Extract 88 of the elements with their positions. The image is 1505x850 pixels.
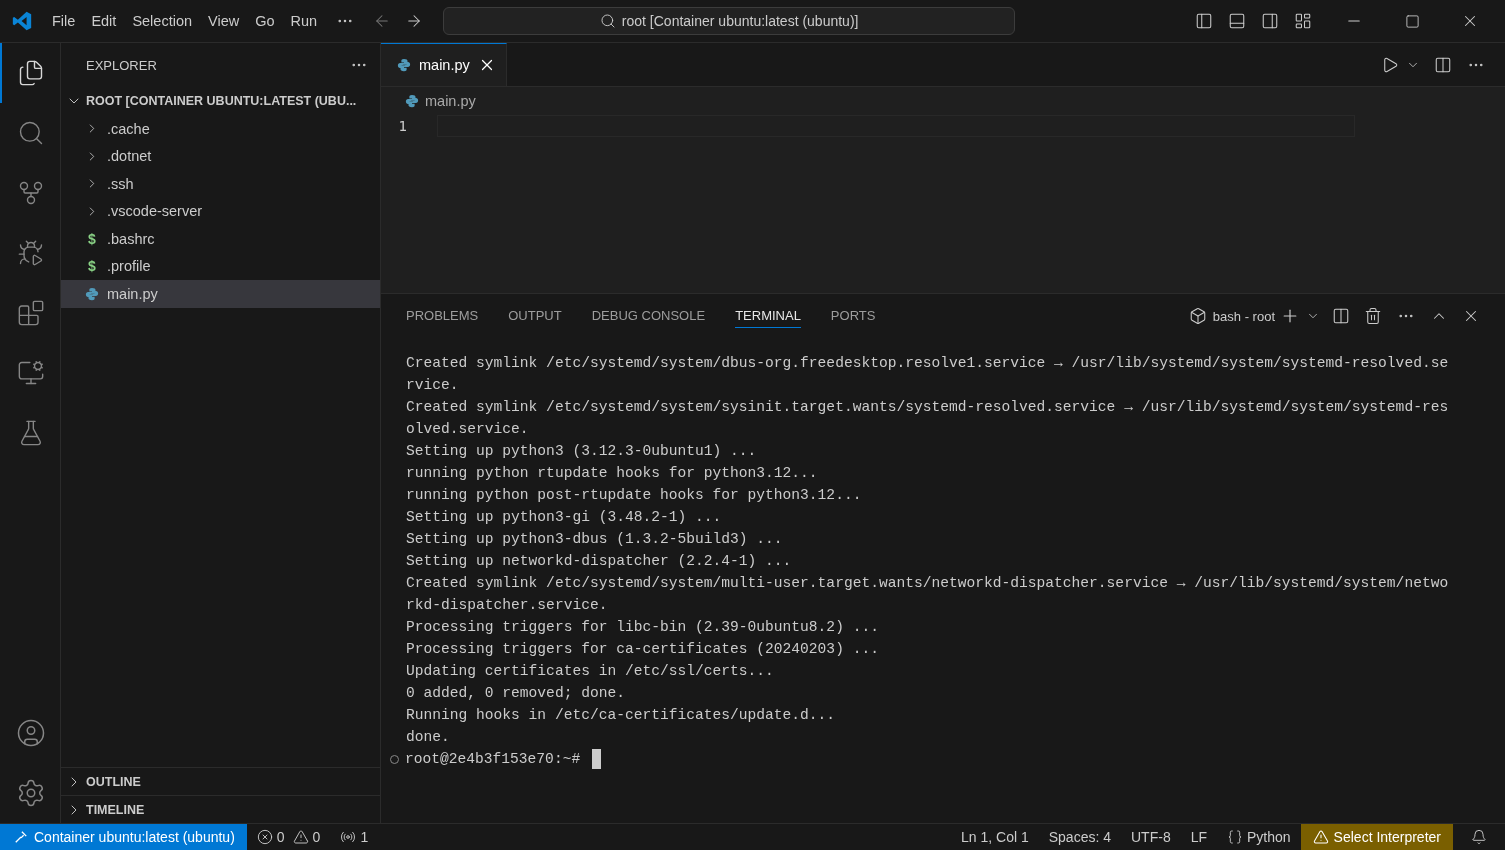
terminal-line: Processing triggers for ca-certificates (20240203) ... [406, 640, 880, 659]
terminal-line: Updating certificates in /etc/ssl/certs... [406, 662, 775, 681]
folder-title[interactable]: ROOT [CONTAINER UBUNTU:LATEST (UBU... [86, 94, 357, 108]
editor-tab[interactable]: main.py [381, 43, 507, 86]
panel-tab[interactable]: PROBLEMS [406, 304, 479, 328]
ports-status[interactable]: 1 [330, 829, 379, 845]
split-editor-icon[interactable] [1434, 55, 1452, 74]
trash-icon[interactable] [1364, 307, 1382, 325]
menu-item[interactable]: View [200, 13, 248, 29]
panel-tab[interactable]: DEBUG CONSOLE [591, 304, 706, 328]
layout-icon[interactable] [1293, 12, 1312, 30]
menu-item[interactable]: Edit [83, 13, 125, 29]
warning-icon [1312, 829, 1329, 845]
language-status[interactable]: Python [1217, 829, 1301, 845]
panel-left-icon[interactable] [1194, 12, 1213, 30]
error-icon [256, 829, 273, 845]
split-terminal-icon[interactable] [1332, 307, 1350, 325]
terminal-line: 0 added, 0 removed; done. [406, 684, 626, 703]
terminal-cursor [592, 749, 602, 769]
cube-icon [1188, 307, 1207, 325]
terminal-line: olved.service. [406, 420, 530, 439]
terminal-line: Created symlink /etc/systemd/system/dbus-org.freedesktop.resolve1.service → /usr/lib/systemd/system/systemd-resolved.se [406, 354, 1450, 373]
indentation-status[interactable]: Spaces: 4 [1038, 829, 1121, 845]
broadcast-icon [340, 829, 357, 845]
bell-icon[interactable] [1471, 829, 1487, 845]
line-ending-status[interactable]: LF [1180, 829, 1217, 845]
remote-indicator[interactable]: Container ubuntu:latest (ubuntu) [0, 824, 247, 850]
terminal-line: Setting up networkd-dispatcher (2.2.4-1) ... [406, 552, 793, 571]
python-icon [397, 58, 411, 72]
bug-play-icon [17, 239, 45, 267]
file-tree-item[interactable]: .vscode-server [61, 197, 380, 225]
file-tree-item[interactable]: $ .profile [61, 252, 380, 280]
terminal-line: Created symlink /etc/systemd/system/multi-user.target.wants/networkd-dispatcher.service → /usr/lib/systemd/system/netwo [406, 574, 1450, 593]
braces-icon [1227, 829, 1243, 845]
menu-item[interactable]: File [44, 13, 84, 29]
panel-right-icon[interactable] [1260, 12, 1279, 30]
terminal-prompt: root@2e4b3f153e70:~# [405, 751, 581, 767]
python-icon [405, 94, 419, 108]
panel-tab[interactable]: TERMINAL [735, 304, 801, 328]
command-center[interactable]: root [Container ubuntu:latest (ubuntu)] [443, 7, 1016, 35]
terminal-line: Setting up python3 (3.12.3-0ubuntu1) ... [406, 442, 758, 461]
terminal-line: Processing triggers for libc-bin (2.39-0ubuntu8.2) ... [406, 618, 880, 637]
terminal-line: Running hooks in /etc/ca-certificates/update.d... [406, 706, 837, 725]
interpreter-button[interactable]: Select Interpreter [1300, 824, 1453, 850]
section-title[interactable]: TIMELINE [86, 802, 145, 817]
python-icon [85, 286, 99, 301]
files-icon [17, 59, 45, 87]
search-icon [17, 119, 45, 147]
line-number: 1 [397, 118, 408, 134]
file-tree-item[interactable]: .cache [61, 115, 380, 143]
file-tree-item[interactable]: .dotnet [61, 142, 380, 170]
remote-icon [14, 830, 28, 844]
app-logo-icon [11, 10, 33, 32]
terminal-line: Setting up python3-dbus (1.3.2-5build3) ... [406, 530, 784, 549]
encoding-status[interactable]: UTF-8 [1121, 829, 1181, 845]
section-title[interactable]: OUTLINE [86, 774, 141, 789]
settings-icon[interactable] [16, 778, 46, 808]
monitor-gear-icon [17, 359, 45, 387]
terminal-line: done. [406, 728, 451, 747]
menu-item[interactable]: Selection [124, 13, 201, 29]
terminal-line: running python rtupdate hooks for python3.12... [406, 464, 819, 483]
menu-item[interactable]: Run [282, 13, 326, 29]
account-icon[interactable] [16, 718, 46, 748]
blocks-icon [17, 299, 45, 327]
maximize-icon[interactable] [1404, 13, 1420, 29]
file-tree-item[interactable]: main.py [61, 280, 380, 308]
breadcrumb[interactable]: main.py [425, 93, 476, 109]
file-tree-item[interactable]: $ .bashrc [61, 225, 380, 253]
sidebar-title: EXPLORER [86, 57, 157, 73]
terminal-line: rkd-dispatcher.service. [406, 596, 609, 615]
terminal-line: Created symlink /etc/systemd/system/sysinit.target.wants/systemd-resolved.service → /usr/lib/systemd/system/systemd-res [406, 398, 1450, 417]
search-icon [599, 13, 616, 29]
dollar-icon: $ [88, 230, 96, 247]
terminal-name[interactable]: bash - root [1212, 308, 1275, 324]
panel-tab[interactable]: OUTPUT [508, 304, 562, 328]
branch-icon [17, 179, 45, 207]
cursor-position[interactable]: Ln 1, Col 1 [951, 829, 1039, 845]
menu-item[interactable]: Go [247, 13, 283, 29]
problems-status[interactable]: 0 0 [246, 829, 331, 845]
panel-bottom-icon[interactable] [1227, 12, 1246, 30]
terminal-line: rvice. [406, 376, 460, 395]
warning-icon [292, 829, 309, 845]
terminal-line: Setting up python3-gi (3.48.2-1) ... [406, 508, 723, 527]
terminal-line: running python post-rtupdate hooks for python3.12... [406, 486, 863, 505]
file-tree-item[interactable]: .ssh [61, 170, 380, 198]
dollar-icon: $ [88, 258, 96, 275]
panel-tab[interactable]: PORTS [830, 304, 876, 328]
run-icon[interactable] [1381, 55, 1399, 74]
